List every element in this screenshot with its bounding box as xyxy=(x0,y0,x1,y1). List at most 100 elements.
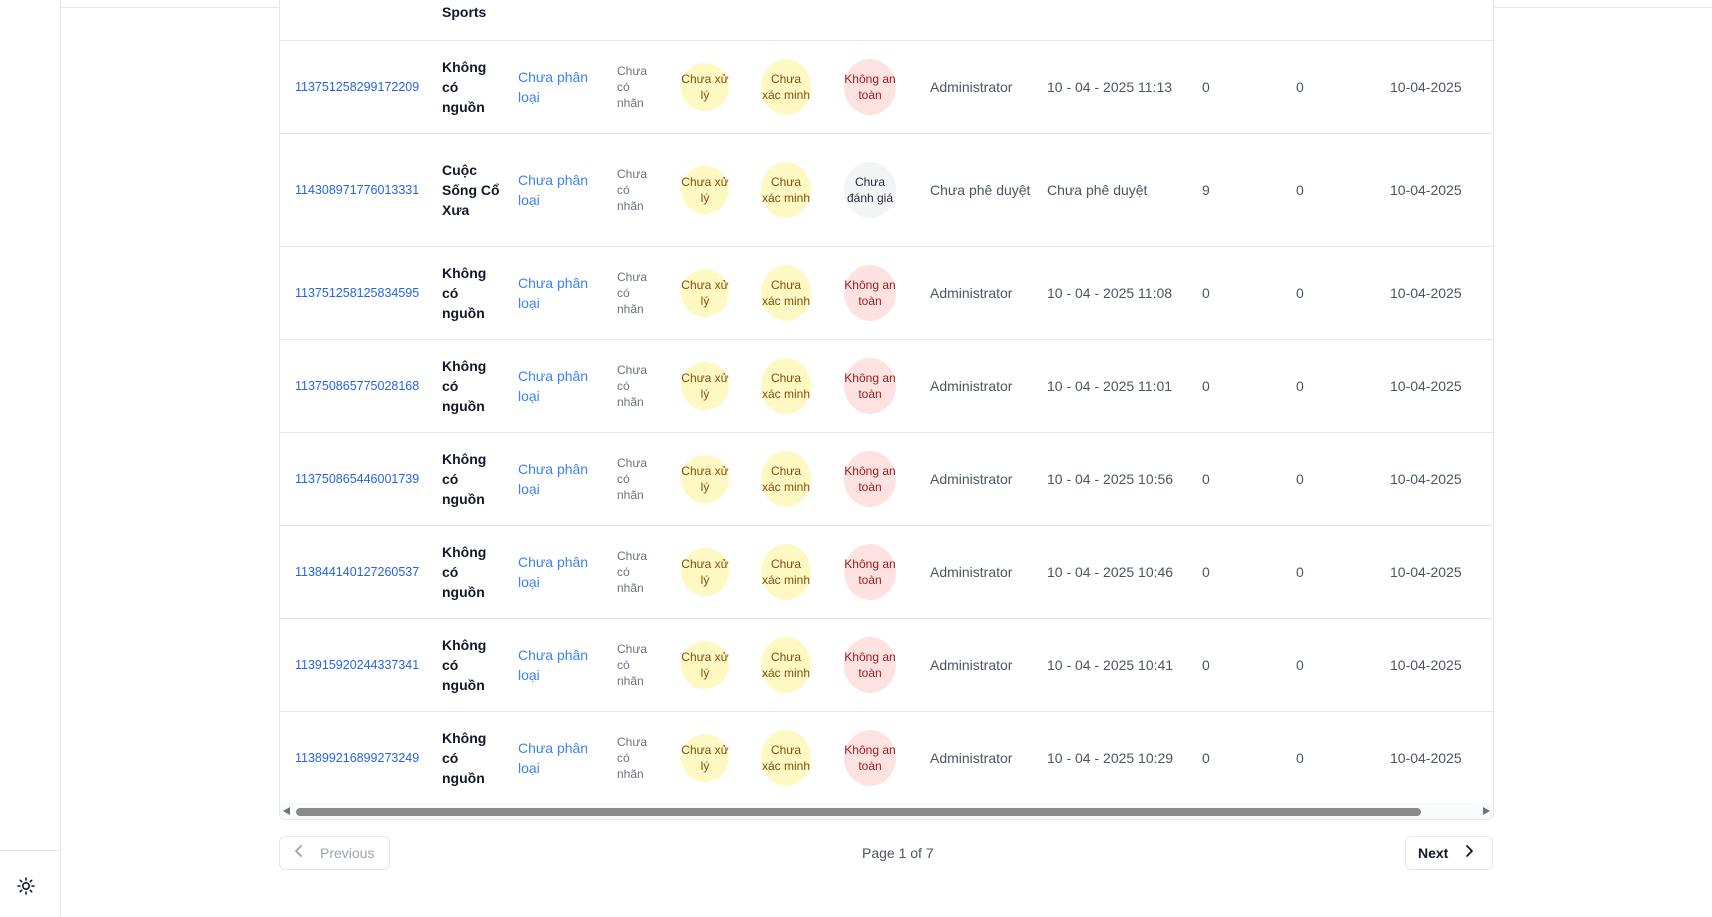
label-text: Chưa có nhãn xyxy=(617,269,648,316)
next-button[interactable]: Next xyxy=(1405,836,1493,870)
count-cell: 0 xyxy=(1296,618,1316,711)
source-text: Không có nguồn xyxy=(442,58,487,115)
category-text: Chưa phân loại xyxy=(518,460,589,497)
count-cell: 0 xyxy=(1202,339,1222,432)
date-text: 10-04-2025 xyxy=(1390,181,1462,198)
source-cell: Không có nguồn xyxy=(442,618,504,711)
post-id-link[interactable]: 114308971776013331 xyxy=(295,133,425,246)
label-text: Chưa có nhãn xyxy=(617,455,648,502)
approver-text: Chưa phê duyệt xyxy=(930,181,1031,198)
verify-status-cell: Chưa xác minh xyxy=(761,711,811,804)
label-text: Chưa có nhãn xyxy=(617,362,648,409)
horizontal-scrollbar[interactable] xyxy=(280,803,1493,819)
source-cell: Không có nguồn xyxy=(442,432,504,525)
category-link[interactable]: Chưa phân loại xyxy=(518,40,598,133)
safety-status-badge: Chưa đánh giá xyxy=(844,161,896,218)
category-text: Chưa phân loại xyxy=(518,367,589,404)
label-cell: Chưa có nhãn xyxy=(617,711,657,804)
count-text: 0 xyxy=(1202,377,1210,394)
process-status-cell: Chưa xử lý xyxy=(681,133,731,246)
verify-status-badge: Chưa xác minh xyxy=(761,264,811,321)
scroll-left-arrow-icon[interactable] xyxy=(283,807,290,815)
safety-status-cell: Không an toàn xyxy=(844,246,896,339)
verify-status-badge: Chưa xác minh xyxy=(761,636,811,693)
count-text: 0 xyxy=(1296,377,1304,394)
approver-text: Administrator xyxy=(930,470,1013,487)
label-cell: Chưa có nhãn xyxy=(617,339,657,432)
approver-text: Administrator xyxy=(930,749,1013,766)
category-link[interactable]: Chưa phân loại xyxy=(518,133,598,246)
verify-status-badge: Chưa xác minh xyxy=(761,357,811,414)
table-row: 113899216899273249 Không có nguồn Chưa p… xyxy=(280,711,1493,805)
category-link[interactable]: Chưa phân loại xyxy=(518,246,598,339)
post-id-link[interactable]: 113844140127260537 xyxy=(295,525,425,618)
count-text: 0 xyxy=(1296,749,1304,766)
label-cell: Chưa có nhãn xyxy=(617,618,657,711)
safety-status-badge: Không an toàn xyxy=(844,543,896,600)
verify-status-badge: Chưa xác minh xyxy=(761,543,811,600)
table-row: 113750865446001739 Không có nguồn Chưa p… xyxy=(280,432,1493,526)
post-id-link[interactable]: 113750865446001739 xyxy=(295,432,425,525)
approver-cell: Administrator xyxy=(930,432,1040,525)
approved-time-cell: 10 - 04 - 2025 10:29 xyxy=(1047,711,1197,804)
scrollbar-thumb[interactable] xyxy=(296,808,1421,816)
source-cell: Không có nguồn xyxy=(442,40,504,133)
count-text: 0 xyxy=(1296,78,1304,95)
approved-time-text: 10 - 04 - 2025 11:01 xyxy=(1047,377,1173,394)
approved-time-cell: 10 - 04 - 2025 11:01 xyxy=(1047,339,1197,432)
post-id-link[interactable]: 113751258125834595 xyxy=(295,246,425,339)
process-status-cell: Chưa xử lý xyxy=(681,40,731,133)
category-link[interactable]: Chưa phân loại xyxy=(518,711,598,804)
category-text: Chưa phân loại xyxy=(518,553,589,590)
verify-status-cell: Chưa xác minh xyxy=(761,246,811,339)
date-cell: 10-04-2025 xyxy=(1390,525,1480,618)
count-cell: 0 xyxy=(1296,40,1316,133)
page-info: Page 1 of 7 xyxy=(862,845,934,861)
approver-text: Administrator xyxy=(930,78,1013,95)
count-text: 0 xyxy=(1202,284,1210,301)
post-id-link[interactable]: 113751258299172209 xyxy=(295,40,425,133)
approver-text: Administrator xyxy=(930,284,1013,301)
category-text: Chưa phân loại xyxy=(518,171,589,208)
approver-cell: Administrator xyxy=(930,246,1040,339)
process-status-cell: Chưa xử lý xyxy=(681,339,731,432)
category-link[interactable]: Chưa phân loại xyxy=(518,618,598,711)
approver-cell: Administrator xyxy=(930,525,1040,618)
source-text: Cuộc Sống Cổ Xưa xyxy=(442,161,500,218)
count-text: 0 xyxy=(1296,563,1304,580)
category-link[interactable]: Chưa phân loại xyxy=(518,525,598,618)
approver-text: Administrator xyxy=(930,377,1013,394)
count-cell: 0 xyxy=(1202,246,1222,339)
count-cell: 0 xyxy=(1202,711,1222,804)
label-text: Chưa có nhãn xyxy=(617,63,648,110)
approver-cell: Administrator xyxy=(930,618,1040,711)
table-row-partial: Sports xyxy=(280,0,1493,41)
date-text: 10-04-2025 xyxy=(1390,656,1462,673)
category-link[interactable]: Chưa phân loại xyxy=(518,432,598,525)
source-text: Không có nguồn xyxy=(442,729,487,786)
category-link[interactable]: Chưa phân loại xyxy=(518,339,598,432)
verify-status-badge: Chưa xác minh xyxy=(761,729,811,786)
approved-time-text: 10 - 04 - 2025 10:41 xyxy=(1047,656,1174,673)
label-cell: Chưa có nhãn xyxy=(617,432,657,525)
approved-time-text: Chưa phê duyệt xyxy=(1047,181,1148,198)
label-text: Chưa có nhãn xyxy=(617,166,648,213)
safety-status-cell: Chưa đánh giá xyxy=(844,133,896,246)
post-id-link[interactable]: 113915920244337341 xyxy=(295,618,425,711)
safety-status-cell: Không an toàn xyxy=(844,432,896,525)
approved-time-text: 10 - 04 - 2025 11:08 xyxy=(1047,284,1173,301)
process-status-cell: Chưa xử lý xyxy=(681,618,731,711)
table-row: 113844140127260537 Không có nguồn Chưa p… xyxy=(280,525,1493,619)
post-id-link[interactable]: 113899216899273249 xyxy=(295,711,425,804)
category-text: Chưa phân loại xyxy=(518,739,589,776)
scroll-right-arrow-icon[interactable] xyxy=(1483,807,1490,815)
count-cell: 0 xyxy=(1296,711,1316,804)
label-text: Chưa có nhãn xyxy=(617,641,648,688)
count-text: 0 xyxy=(1296,656,1304,673)
approved-time-text: 10 - 04 - 2025 10:46 xyxy=(1047,563,1174,580)
date-text: 10-04-2025 xyxy=(1390,377,1462,394)
approved-time-cell: Chưa phê duyệt xyxy=(1047,133,1197,246)
sun-icon[interactable] xyxy=(16,876,36,896)
post-id-link[interactable]: 113750865775028168 xyxy=(295,339,425,432)
previous-button[interactable]: Previous xyxy=(279,836,390,870)
